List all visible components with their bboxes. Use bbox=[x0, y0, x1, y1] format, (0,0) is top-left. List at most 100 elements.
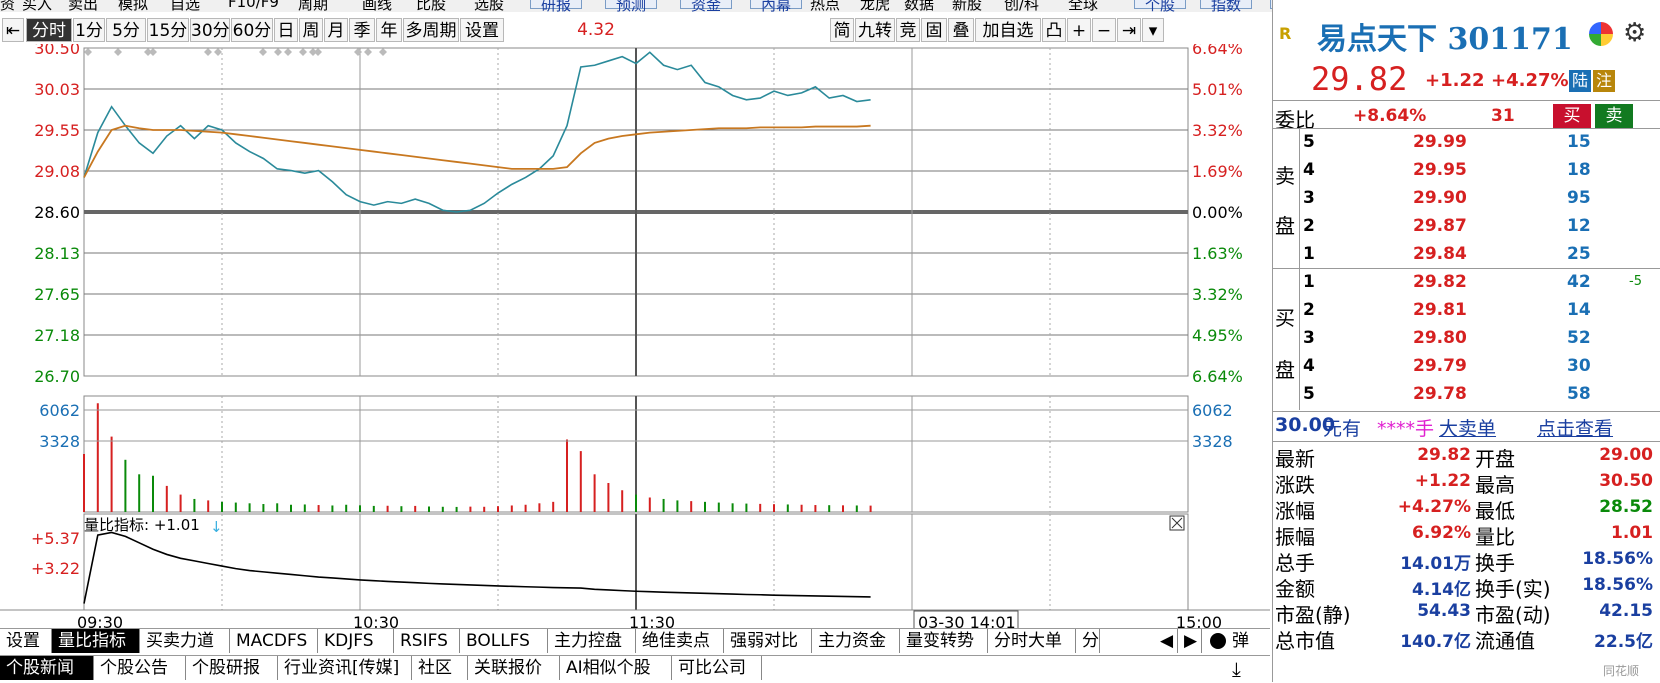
toolbar-right-button-8[interactable]: − bbox=[1092, 18, 1116, 42]
news-tab-2[interactable]: 个股研报 bbox=[186, 656, 278, 680]
gear-icon[interactable]: ⚙ bbox=[1623, 18, 1646, 48]
buy-price[interactable]: 29.78 bbox=[1413, 384, 1467, 404]
download-icon[interactable]: ⤓ bbox=[1232, 656, 1241, 682]
toolbar-right-button-1[interactable]: 九转 bbox=[855, 18, 895, 42]
toolbar-right-button-6[interactable]: 凸 bbox=[1042, 18, 1066, 42]
top-menu-item[interactable]: 数据 bbox=[904, 0, 934, 12]
indicator-tab-10[interactable]: 主力资金 bbox=[812, 629, 900, 653]
buy-button[interactable]: 买 bbox=[1553, 104, 1591, 128]
period-tab-9[interactable]: 季 bbox=[349, 18, 375, 42]
volume-bar bbox=[372, 505, 375, 512]
top-menu-item[interactable]: 画线 bbox=[362, 0, 392, 12]
stat-label-2: 最高 bbox=[1475, 473, 1515, 497]
indicator-tab-4[interactable]: KDJFS bbox=[318, 629, 394, 653]
pop-toggle-icon[interactable] bbox=[1210, 633, 1226, 649]
indicator-tab-12[interactable]: 分时大单 bbox=[988, 629, 1076, 653]
top-menu-item[interactable]: 创/科 bbox=[1004, 0, 1039, 12]
news-tab-6[interactable]: AI相似个股 bbox=[560, 656, 672, 680]
tag-zhu[interactable]: 注 bbox=[1593, 70, 1615, 92]
top-menu-item[interactable]: 选股 bbox=[474, 0, 504, 12]
buy-price[interactable]: 29.82 bbox=[1413, 272, 1467, 292]
news-tab-1[interactable]: 个股公告 bbox=[94, 656, 186, 680]
sell-button[interactable]: 卖 bbox=[1595, 104, 1633, 128]
toolbar-right-button-0[interactable]: 简 bbox=[830, 18, 854, 42]
top-menu-item[interactable]: 龙虎 bbox=[860, 0, 890, 12]
big-order-type[interactable]: 大卖单 bbox=[1439, 414, 1496, 441]
toolbar-right-button-9[interactable]: ⇥ bbox=[1117, 18, 1141, 42]
top-menu-item[interactable]: 预测 bbox=[605, 0, 658, 12]
top-menu-item[interactable]: 新股 bbox=[952, 0, 982, 12]
period-tab-6[interactable]: 日 bbox=[274, 18, 298, 42]
buy-price[interactable]: 29.79 bbox=[1413, 356, 1467, 376]
pop-label[interactable]: 弹 bbox=[1232, 629, 1249, 653]
top-menu-item[interactable]: 指数 bbox=[1200, 0, 1253, 12]
top-menu-item[interactable]: 研报 bbox=[530, 0, 583, 12]
period-tab-2[interactable]: 5分 bbox=[106, 18, 146, 42]
indicator-tab-1[interactable]: 量比指标 bbox=[52, 629, 140, 653]
top-menu-item[interactable]: 卖出 bbox=[68, 0, 98, 12]
period-tab-10[interactable]: 年 bbox=[376, 18, 402, 42]
period-tab-0[interactable]: 分时 bbox=[26, 18, 72, 42]
indicator-tab-2[interactable]: 买卖力道 bbox=[140, 629, 230, 653]
top-menu-item[interactable]: F10/F9 bbox=[228, 0, 279, 11]
sell-price[interactable]: 29.90 bbox=[1413, 188, 1467, 208]
indicator-tab-8[interactable]: 绝佳卖点 bbox=[636, 629, 724, 653]
sell-price[interactable]: 29.99 bbox=[1413, 132, 1467, 152]
tabs-scroll-left-icon[interactable]: ◀ bbox=[1156, 629, 1178, 653]
period-tab-4[interactable]: 30分 bbox=[190, 18, 230, 42]
top-menu-item[interactable]: 比股 bbox=[416, 0, 446, 12]
news-tab-5[interactable]: 关联报价 bbox=[468, 656, 560, 680]
stat-value: 54.43 bbox=[1417, 601, 1471, 621]
top-menu-item[interactable]: 热点 bbox=[810, 0, 840, 12]
top-menu-item[interactable]: 资 bbox=[0, 0, 15, 12]
indicator-tab-6[interactable]: BOLLFS bbox=[460, 629, 548, 653]
toolbar-right-button-10[interactable]: ▾ bbox=[1142, 18, 1164, 42]
indicator-tab-13[interactable]: 分 bbox=[1076, 629, 1100, 653]
indicator-tab-7[interactable]: 主力控盘 bbox=[548, 629, 636, 653]
indicator-tab-0[interactable]: 设置 bbox=[0, 629, 52, 653]
news-tab-7[interactable]: 可比公司 bbox=[672, 656, 762, 680]
toolbar-right-button-4[interactable]: 叠 bbox=[948, 18, 974, 42]
top-menu-item[interactable]: 模拟 bbox=[118, 0, 148, 12]
top-menu-item[interactable]: 资金 bbox=[680, 0, 733, 12]
top-menu-item[interactable]: 买入 bbox=[22, 0, 52, 12]
top-menu-item[interactable]: 內幕 bbox=[750, 0, 803, 12]
volume-bar bbox=[538, 503, 541, 512]
intraday-chart[interactable]: 30.50 6.64% 30.03 5.01% 29.55 3.32% 29.08 1.69%… bbox=[0, 44, 1270, 634]
volume-bar bbox=[842, 505, 844, 512]
news-tab-3[interactable]: 行业资讯[传媒] bbox=[278, 656, 412, 680]
sell-price[interactable]: 29.87 bbox=[1413, 216, 1467, 236]
top-menu-item[interactable]: 周期 bbox=[298, 0, 328, 12]
tabs-scroll-right-icon[interactable]: ▶ bbox=[1180, 629, 1202, 653]
buy-price[interactable]: 29.81 bbox=[1413, 300, 1467, 320]
top-menu-item[interactable]: 自选 bbox=[170, 0, 200, 12]
big-order-line[interactable]: 30.00 元有 ****手 大卖单 点击查看 bbox=[1273, 414, 1660, 440]
news-tab-4[interactable]: 社区 bbox=[412, 656, 468, 680]
top-menu-item[interactable]: 全球 bbox=[1068, 0, 1098, 12]
dock-icon[interactable]: ⇤ bbox=[2, 18, 24, 42]
indicator-tab-5[interactable]: RSIFS bbox=[394, 629, 460, 653]
tag-lu[interactable]: 陆 bbox=[1569, 70, 1591, 92]
period-tab-12[interactable]: 设置 bbox=[460, 18, 504, 42]
volume-tick-label-right: 3328 bbox=[1192, 432, 1233, 451]
buy-price[interactable]: 29.80 bbox=[1413, 328, 1467, 348]
toolbar-right-button-7[interactable]: + bbox=[1067, 18, 1091, 42]
period-tab-3[interactable]: 15分 bbox=[147, 18, 189, 42]
period-tab-5[interactable]: 60分 bbox=[231, 18, 273, 42]
indicator-tab-11[interactable]: 量变转势 bbox=[900, 629, 988, 653]
pie-chart-icon[interactable] bbox=[1589, 22, 1613, 46]
indicator-tab-3[interactable]: MACDFS bbox=[230, 629, 318, 653]
news-tab-0[interactable]: 个股新闻 bbox=[0, 656, 94, 680]
big-order-view-link[interactable]: 点击查看 bbox=[1537, 414, 1613, 441]
period-tab-1[interactable]: 1分 bbox=[73, 18, 105, 42]
sell-price[interactable]: 29.95 bbox=[1413, 160, 1467, 180]
toolbar-right-button-3[interactable]: 固 bbox=[921, 18, 947, 42]
period-tab-11[interactable]: 多周期 bbox=[403, 18, 459, 42]
period-tab-7[interactable]: 周 bbox=[299, 18, 323, 42]
period-tab-8[interactable]: 月 bbox=[324, 18, 348, 42]
sell-price[interactable]: 29.84 bbox=[1413, 244, 1467, 264]
top-menu-item[interactable]: 个股 bbox=[1134, 0, 1187, 12]
toolbar-right-button-5[interactable]: 加自选 bbox=[975, 18, 1041, 42]
indicator-tab-9[interactable]: 强弱对比 bbox=[724, 629, 812, 653]
toolbar-right-button-2[interactable]: 竞 bbox=[896, 18, 920, 42]
